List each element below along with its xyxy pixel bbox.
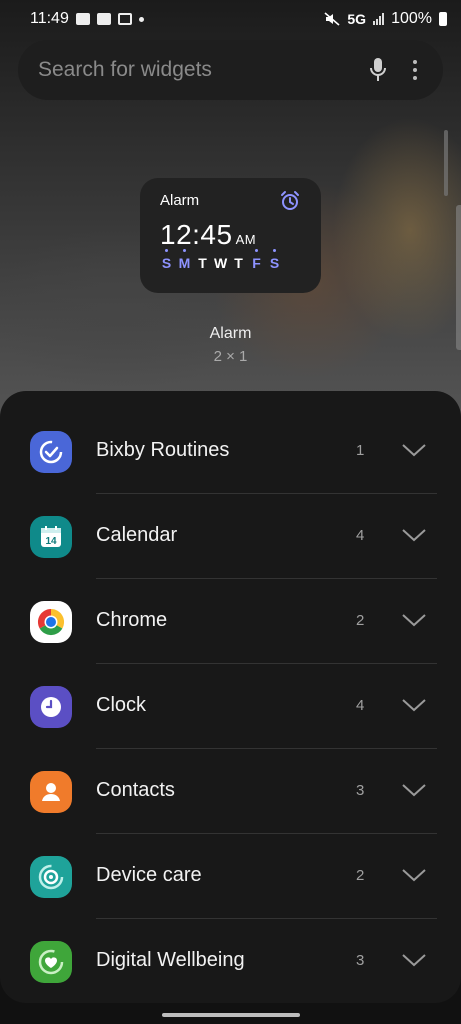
list-item-contacts[interactable]: Contacts 3 [0,749,461,834]
list-item-chrome[interactable]: Chrome 2 [0,579,461,664]
widget-size: 2 × 1 [213,348,248,365]
list-item-device-care[interactable]: Device care 2 [0,834,461,919]
widget-name: Alarm [209,325,252,342]
list-item-label: Clock [96,694,147,716]
calendar-icon: 14 [30,516,72,558]
more-options-icon[interactable] [407,55,423,85]
widget-count: 2 [356,612,365,629]
battery-icon [439,12,447,26]
alarm-repeat-days: S M T W T F S [160,249,301,271]
list-item-label: Chrome [96,609,168,631]
list-item-label: Device care [96,864,202,886]
widget-count: 1 [356,442,365,459]
alarm-widget-preview[interactable]: Alarm 12:45 AM S M T W T F S [140,178,321,293]
widget-count: 3 [356,952,365,969]
list-item-bixby-routines[interactable]: Bixby Routines 1 [0,409,461,494]
signal-icon [373,13,385,25]
battery-percent: 100% [391,10,432,27]
widget-count: 4 [356,697,365,714]
day-letter: S [269,249,280,271]
widget-count: 4 [356,527,365,544]
chevron-down-icon[interactable] [402,783,426,797]
svg-text:14: 14 [45,536,57,547]
alarm-time-value: 12:45 [160,219,233,250]
network-type: 5G [347,11,367,27]
day-letter: T [234,255,243,271]
list-item-clock[interactable]: Clock 4 [0,664,461,749]
widget-count: 3 [356,782,365,799]
gmail-notification-icon [117,13,132,25]
status-bar: 11:49 5G 100% [0,0,461,38]
list-item-label: Digital Wellbeing [96,949,245,971]
list-item-label: Calendar [96,524,178,546]
gallery-notification-icon [75,13,90,25]
chevron-down-icon[interactable] [402,868,426,882]
contacts-icon [30,771,72,813]
navigation-gesture-handle[interactable] [162,1013,300,1017]
alarm-ampm: AM [235,232,257,247]
search-input[interactable]: Search for widgets [38,58,363,82]
list-item-label: Bixby Routines [96,439,230,461]
clock-icon [30,686,72,728]
list-item-calendar[interactable]: 14 Calendar 4 [0,494,461,579]
widget-apps-list: Bixby Routines 1 14 Calendar 4 Chrome 2 … [0,391,461,1003]
widget-alarm-time: 12:45 AM [160,219,301,251]
mute-icon [324,12,340,26]
chevron-down-icon[interactable] [402,613,426,627]
microphone-icon[interactable] [363,55,393,85]
status-time: 11:49 [30,10,69,27]
day-letter: M [178,249,191,271]
list-item-digital-wellbeing[interactable]: Digital Wellbeing 3 [0,919,461,1003]
chevron-down-icon[interactable] [402,443,426,457]
day-letter: W [214,255,228,271]
day-letter: T [198,255,207,271]
search-bar[interactable]: Search for widgets [18,40,443,100]
bixby-routines-icon [30,431,72,473]
chrome-icon [30,601,72,643]
day-letter: S [161,249,172,271]
chevron-down-icon[interactable] [402,953,426,967]
chevron-down-icon[interactable] [402,528,426,542]
chevron-down-icon[interactable] [402,698,426,712]
list-item-label: Contacts [96,779,175,801]
device-care-icon [30,856,72,898]
day-letter: F [250,249,263,271]
more-notifications-icon [138,16,144,22]
alarm-clock-icon [281,191,299,210]
widget-count: 2 [356,867,365,884]
ebay-notification-icon [96,13,111,25]
digital-wellbeing-icon [30,941,72,983]
scroll-indicator [444,130,448,196]
